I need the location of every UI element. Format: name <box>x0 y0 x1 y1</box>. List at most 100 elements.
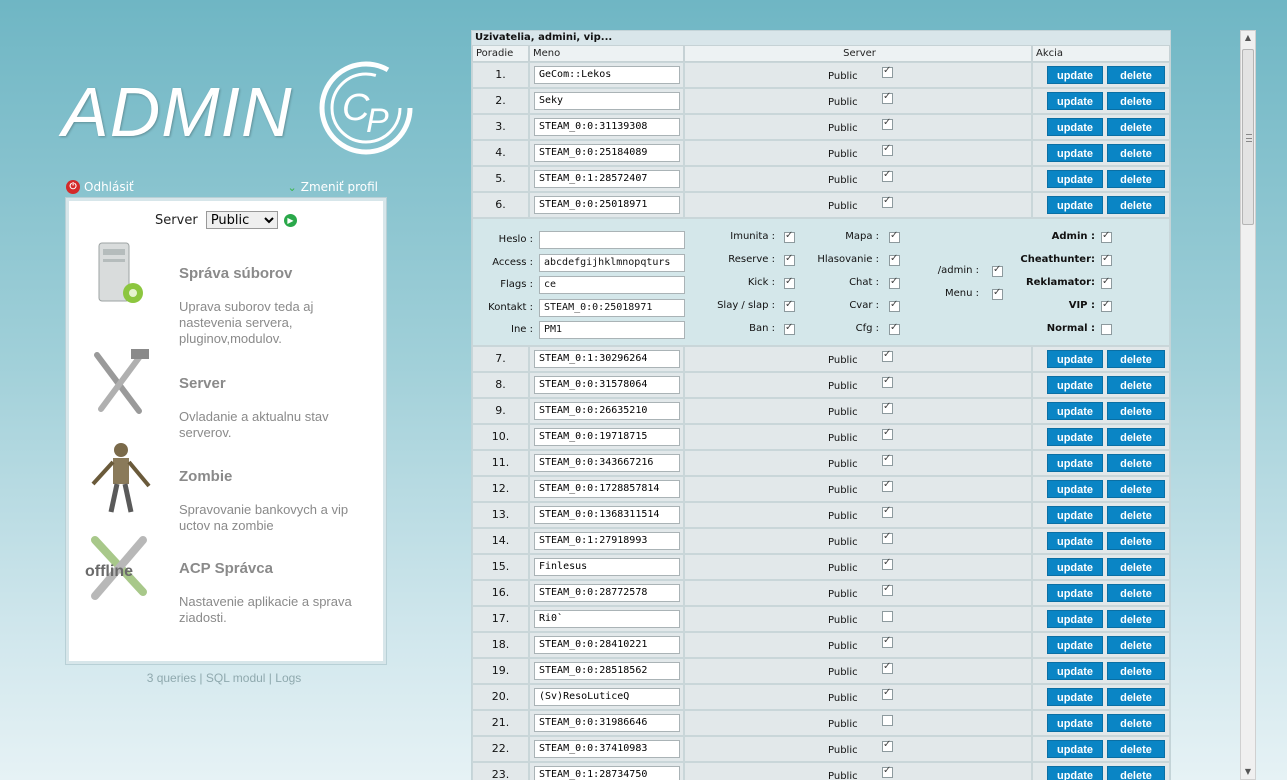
permission-checkbox[interactable] <box>784 322 795 335</box>
server-checkbox[interactable] <box>882 715 893 726</box>
delete-button[interactable]: delete <box>1107 662 1165 680</box>
server-checkbox[interactable] <box>882 583 893 596</box>
delete-button[interactable]: delete <box>1107 196 1165 214</box>
name-input[interactable]: (Sv)ResoLuticeQ <box>534 688 680 706</box>
update-button[interactable]: update <box>1047 584 1103 602</box>
delete-button[interactable]: delete <box>1107 428 1165 446</box>
update-button[interactable]: update <box>1047 688 1103 706</box>
delete-button[interactable]: delete <box>1107 506 1165 524</box>
server-checkbox[interactable] <box>882 635 893 648</box>
name-input[interactable]: STEAM_0:0:343667216 <box>534 454 680 472</box>
name-input[interactable]: STEAM_0:0:31139308 <box>534 118 680 136</box>
name-input[interactable]: STEAM_0:0:25184089 <box>534 144 680 162</box>
server-checkbox[interactable] <box>882 531 893 544</box>
update-button[interactable]: update <box>1047 766 1103 780</box>
update-button[interactable]: update <box>1047 428 1103 446</box>
name-input[interactable]: STEAM_0:0:1368311514 <box>534 506 680 524</box>
name-input[interactable]: Seky <box>534 92 680 110</box>
update-button[interactable]: update <box>1047 532 1103 550</box>
server-checkbox[interactable] <box>882 169 893 182</box>
detail-field-input[interactable]: PM1 <box>539 321 685 339</box>
update-button[interactable]: update <box>1047 636 1103 654</box>
update-button[interactable]: update <box>1047 714 1103 732</box>
page-scrollbar[interactable]: ▲ ▼ <box>1240 30 1256 780</box>
delete-button[interactable]: delete <box>1107 740 1165 758</box>
name-input[interactable]: STEAM_0:0:28410221 <box>534 636 680 654</box>
menu-item-server[interactable]: Server Ovladanie a aktualnu stav servero… <box>79 347 379 440</box>
permission-checkbox[interactable] <box>784 299 795 312</box>
server-checkbox[interactable] <box>882 349 893 362</box>
permission-checkbox[interactable] <box>1101 324 1112 335</box>
menu-item-file-manager[interactable]: Správa súborov Uprava suborov teda aj na… <box>79 237 379 346</box>
permission-checkbox[interactable] <box>1101 230 1112 243</box>
delete-button[interactable]: delete <box>1107 92 1165 110</box>
name-input[interactable]: GeCom::Lekos <box>534 66 680 84</box>
delete-button[interactable]: delete <box>1107 350 1165 368</box>
update-button[interactable]: update <box>1047 92 1103 110</box>
server-checkbox[interactable] <box>882 117 893 130</box>
server-select[interactable]: Public <box>205 211 278 229</box>
name-input[interactable]: STEAM_0:1:28572407 <box>534 170 680 188</box>
name-input[interactable]: Finlesus <box>534 558 680 576</box>
name-input[interactable]: STEAM_0:0:31986646 <box>534 714 680 732</box>
permission-checkbox[interactable] <box>889 230 900 243</box>
name-input[interactable]: STEAM_0:1:27918993 <box>534 532 680 550</box>
name-input[interactable]: STEAM_0:0:1728857814 <box>534 480 680 498</box>
permission-checkbox[interactable] <box>889 299 900 312</box>
server-checkbox[interactable] <box>882 453 893 466</box>
name-input[interactable]: STEAM_0:0:26635210 <box>534 402 680 420</box>
delete-button[interactable]: delete <box>1107 584 1165 602</box>
server-checkbox[interactable] <box>882 765 893 778</box>
delete-button[interactable]: delete <box>1107 376 1165 394</box>
delete-button[interactable]: delete <box>1107 66 1165 84</box>
delete-button[interactable]: delete <box>1107 714 1165 732</box>
server-checkbox[interactable] <box>882 687 893 700</box>
server-checkbox[interactable] <box>882 661 893 674</box>
name-input[interactable]: Ri0` <box>534 610 680 628</box>
permission-checkbox[interactable] <box>1101 276 1112 289</box>
name-input[interactable]: STEAM_0:0:28772578 <box>534 584 680 602</box>
update-button[interactable]: update <box>1047 144 1103 162</box>
go-icon[interactable]: ▶ <box>283 214 297 227</box>
server-checkbox[interactable] <box>882 91 893 104</box>
delete-button[interactable]: delete <box>1107 402 1165 420</box>
server-checkbox[interactable] <box>882 65 893 78</box>
name-input[interactable]: STEAM_0:1:28734750 <box>534 766 680 780</box>
name-input[interactable]: STEAM_0:0:28518562 <box>534 662 680 680</box>
server-checkbox[interactable] <box>882 195 893 208</box>
name-input[interactable]: STEAM_0:0:25018971 <box>534 196 680 214</box>
server-checkbox[interactable] <box>882 505 893 518</box>
permission-checkbox[interactable] <box>1101 253 1112 266</box>
queries-link[interactable]: 3 queries <box>147 671 196 685</box>
permission-checkbox[interactable] <box>992 264 1003 277</box>
server-checkbox[interactable] <box>882 479 893 492</box>
server-checkbox[interactable] <box>882 611 893 622</box>
update-button[interactable]: update <box>1047 66 1103 84</box>
update-button[interactable]: update <box>1047 506 1103 524</box>
delete-button[interactable]: delete <box>1107 532 1165 550</box>
permission-checkbox[interactable] <box>889 253 900 266</box>
update-button[interactable]: update <box>1047 610 1103 628</box>
update-button[interactable]: update <box>1047 558 1103 576</box>
server-checkbox[interactable] <box>882 739 893 752</box>
detail-field-input[interactable]: ce <box>539 276 685 294</box>
change-profile-link[interactable]: ⌄ Zmeniť profil <box>288 180 379 194</box>
update-button[interactable]: update <box>1047 350 1103 368</box>
name-input[interactable]: STEAM_0:0:31578064 <box>534 376 680 394</box>
menu-item-zombie[interactable]: Zombie Spravovanie bankovych a vip uctov… <box>79 440 379 533</box>
delete-button[interactable]: delete <box>1107 480 1165 498</box>
delete-button[interactable]: delete <box>1107 636 1165 654</box>
permission-checkbox[interactable] <box>784 276 795 289</box>
delete-button[interactable]: delete <box>1107 766 1165 780</box>
logout-link[interactable]: ⏻ Odhlásiť <box>66 180 134 194</box>
delete-button[interactable]: delete <box>1107 118 1165 136</box>
sql-module-link[interactable]: SQL modul <box>206 671 266 685</box>
menu-item-acp-manager[interactable]: offline ACP Správca Nastavenie aplikacie… <box>79 532 379 625</box>
permission-checkbox[interactable] <box>889 322 900 335</box>
server-checkbox[interactable] <box>882 427 893 440</box>
update-button[interactable]: update <box>1047 480 1103 498</box>
scroll-up-arrow-icon[interactable]: ▲ <box>1241 31 1255 45</box>
update-button[interactable]: update <box>1047 118 1103 136</box>
update-button[interactable]: update <box>1047 740 1103 758</box>
delete-button[interactable]: delete <box>1107 144 1165 162</box>
